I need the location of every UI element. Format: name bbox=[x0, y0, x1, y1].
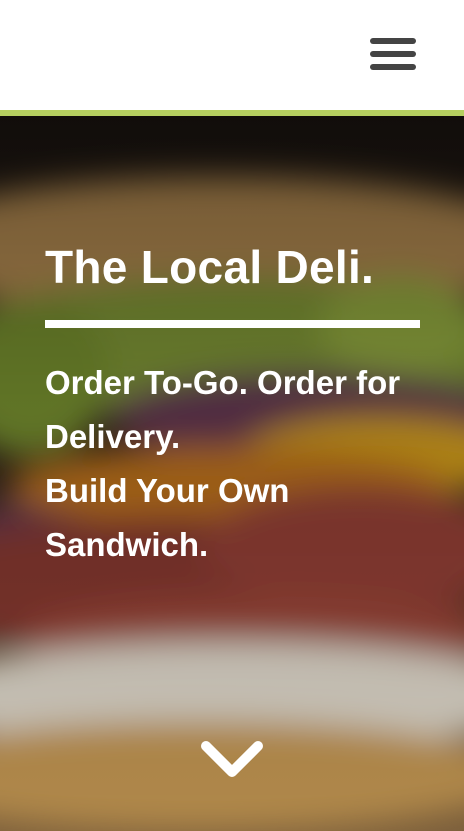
hero-divider bbox=[45, 320, 420, 328]
site-header bbox=[0, 0, 464, 110]
hero-tagline-line: Build Your Own Sandwich. bbox=[45, 472, 290, 563]
hero-tagline-line: Order To-Go. Order for Delivery. bbox=[45, 364, 401, 455]
hero-title: The Local Deli. bbox=[45, 241, 375, 293]
hero-tagline: Order To-Go. Order for Delivery. Build Y… bbox=[45, 356, 425, 572]
chevron-down-icon bbox=[201, 741, 263, 777]
menu-button[interactable] bbox=[366, 36, 420, 74]
scroll-down-button[interactable] bbox=[196, 736, 268, 786]
hero-section: The Local Deli. Order To-Go. Order for D… bbox=[0, 116, 464, 831]
